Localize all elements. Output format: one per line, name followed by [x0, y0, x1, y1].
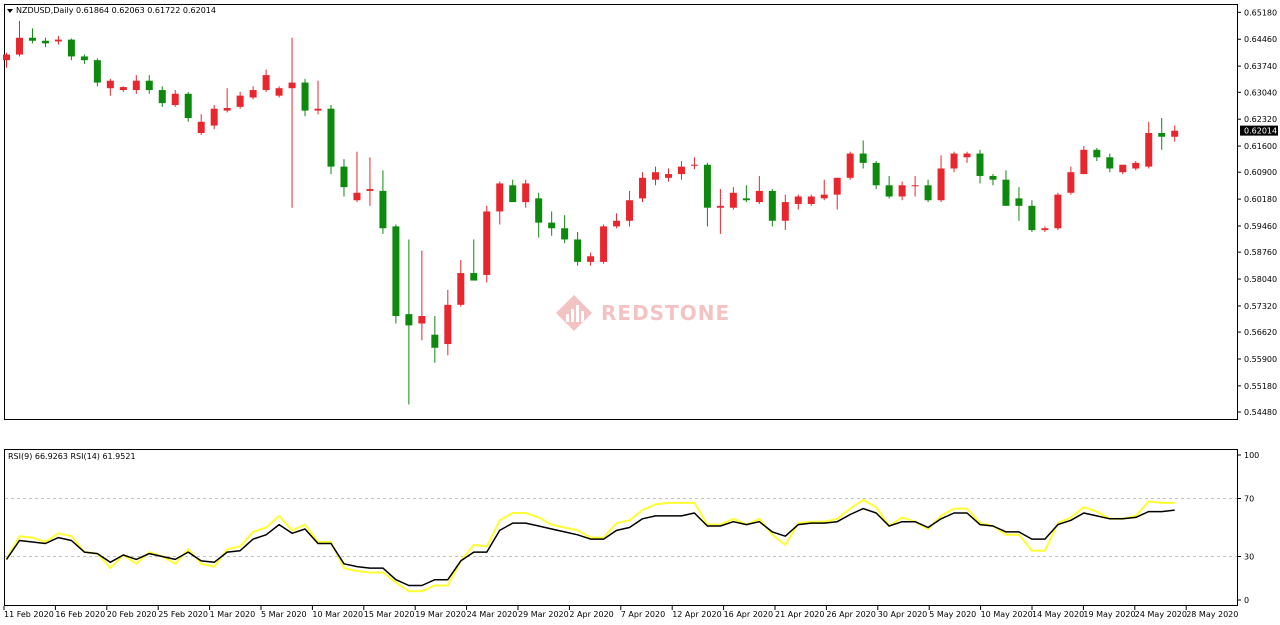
date-tick-label: 24 May 2020 — [1135, 610, 1187, 619]
price-tick-label: 0.57320 — [1244, 302, 1277, 311]
date-tick-label: 25 Feb 2020 — [158, 610, 208, 619]
current-price-badge: 0.62014 — [1240, 125, 1278, 136]
price-pane[interactable] — [4, 4, 1238, 420]
date-tick-label: 14 May 2020 — [1032, 610, 1084, 619]
date-axis: 11 Feb 2020 16 Feb 2020 20 Feb 2020 25 Feb … — [3, 606, 1238, 619]
price-tick-label: 0.64460 — [1244, 35, 1277, 44]
date-tick-label: 12 Apr 2020 — [672, 610, 721, 619]
price-tick-label: 0.55180 — [1244, 382, 1277, 391]
date-tick-label: 2 Apr 2020 — [569, 610, 613, 619]
price-tick-label: 0.55900 — [1244, 355, 1277, 364]
candle — [483, 205, 491, 283]
candle — [392, 224, 400, 324]
date-tick-label: 19 Mar 2020 — [415, 610, 466, 619]
rsi-title: RSI(9) 66.9263 RSI(14) 61.9521 — [8, 452, 136, 461]
date-tick-label: 30 Apr 2020 — [878, 610, 927, 619]
price-tick-label: 0.58040 — [1244, 275, 1277, 284]
date-tick-label: 10 Mar 2020 — [312, 610, 363, 619]
date-tick-label: 16 Feb 2020 — [55, 610, 105, 619]
candle — [872, 161, 880, 190]
price-tick-label: 0.62320 — [1244, 115, 1277, 124]
date-tick-label: 11 Feb 2020 — [4, 610, 54, 619]
watermark-text: REDSTONE — [601, 301, 730, 325]
date-tick-label: 5 May 2020 — [929, 610, 976, 619]
price-tick-label: 0.58760 — [1244, 248, 1277, 257]
rsi-tick-label: 0 — [1244, 596, 1249, 605]
date-tick-label: 10 May 2020 — [981, 610, 1033, 619]
rsi-tick-label: 100 — [1244, 451, 1259, 460]
price-tick-label: 0.59460 — [1244, 222, 1277, 231]
price-tick-label: 0.60900 — [1244, 168, 1277, 177]
date-tick-label: 26 Apr 2020 — [826, 610, 875, 619]
candle — [768, 189, 776, 227]
symbol-label: NZDUSD,Daily — [16, 6, 74, 15]
date-tick-label: 1 Mar 2020 — [210, 610, 256, 619]
chart-canvas[interactable]: REDSTONE NZDUSD,Daily 0.61864 0.62063 0.… — [0, 0, 1280, 625]
date-tick-label: 29 Mar 2020 — [518, 610, 569, 619]
price-axis: 0.65180 0.64460 0.63740 0.63040 0.62320 0.616… — [1237, 8, 1277, 417]
date-tick-label: 24 Mar 2020 — [467, 610, 518, 619]
price-tick-label: 0.63040 — [1244, 88, 1277, 97]
date-tick-label: 28 May 2020 — [1186, 610, 1238, 619]
candle — [846, 151, 854, 180]
date-tick-label: 20 Feb 2020 — [107, 610, 157, 619]
price-tick-label: 0.54480 — [1244, 408, 1277, 417]
candle — [93, 58, 101, 87]
date-tick-label: 15 Mar 2020 — [364, 610, 415, 619]
date-tick-label: 21 Apr 2020 — [775, 610, 824, 619]
date-tick-label: 5 Mar 2020 — [261, 610, 307, 619]
rsi-axis: 100 70 30 0 — [1237, 451, 1259, 605]
rsi-tick-label: 70 — [1244, 495, 1254, 504]
rsi-pane[interactable] — [4, 449, 1238, 606]
price-tick-label: 0.63740 — [1244, 62, 1277, 71]
candle — [1054, 192, 1062, 231]
current-price-label: 0.62014 — [1244, 127, 1277, 136]
date-tick-label: 19 May 2020 — [1083, 610, 1135, 619]
candle — [1080, 146, 1088, 175]
price-tick-label: 0.61600 — [1244, 142, 1277, 151]
price-tick-label: 0.60180 — [1244, 195, 1277, 204]
date-tick-label: 7 Apr 2020 — [621, 610, 665, 619]
ohlc-values: 0.61864 0.62063 0.61722 0.62014 — [76, 6, 216, 15]
candle — [184, 91, 192, 122]
rsi-tick-label: 30 — [1244, 553, 1254, 562]
price-tick-label: 0.56620 — [1244, 328, 1277, 337]
candle — [600, 224, 608, 264]
price-tick-label: 0.65180 — [1244, 8, 1277, 17]
candle — [327, 104, 335, 175]
date-tick-label: 16 Apr 2020 — [724, 610, 773, 619]
